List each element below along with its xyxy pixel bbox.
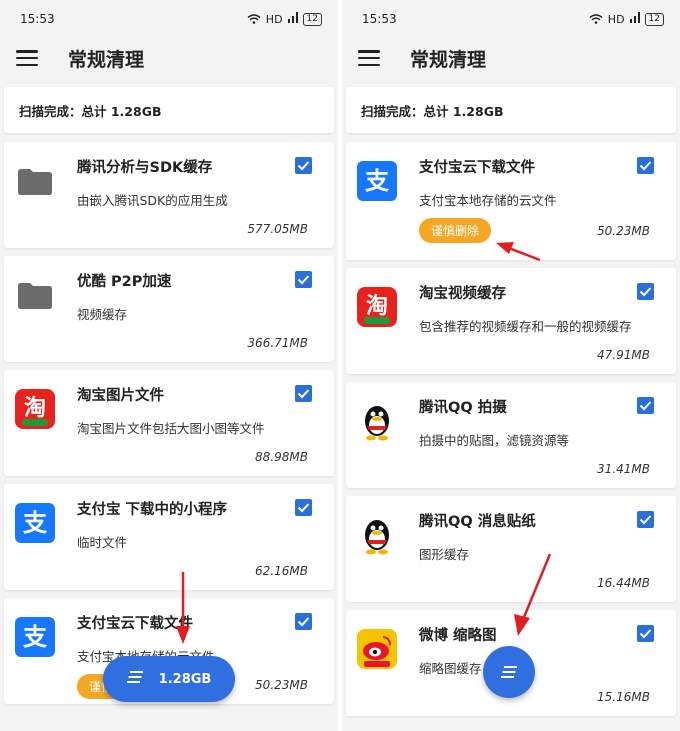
- menu-icon[interactable]: [358, 50, 380, 66]
- item-checkbox[interactable]: [295, 385, 312, 402]
- item-title: 微博 缩略图: [419, 628, 497, 644]
- network-label: HD: [265, 12, 283, 26]
- clean-list-icon: [126, 671, 143, 687]
- battery-icon: 12: [302, 12, 322, 26]
- alipay-icon: 支: [14, 502, 56, 544]
- app-bar: 常规清理: [0, 38, 338, 78]
- folder-icon: [14, 274, 56, 316]
- status-bar: 15:53 HD 12: [0, 0, 338, 38]
- item-description: 图形缓存: [419, 547, 470, 562]
- list-item[interactable]: 优酷 P2P加速 视频缓存 366.71MB: [4, 256, 334, 362]
- item-description: 拍摄中的贴图，滤镜资源等: [419, 433, 570, 448]
- folder-icon: [14, 160, 56, 202]
- item-description: 视频缓存: [77, 307, 128, 322]
- list-item[interactable]: 腾讯QQ 拍摄 拍摄中的贴图，滤镜资源等 31.41MB: [346, 382, 676, 488]
- svg-text:淘: 淘: [24, 395, 46, 421]
- svg-text:支: 支: [365, 167, 390, 195]
- list-item[interactable]: 腾讯分析与SDK缓存 由嵌入腾讯SDK的应用生成 577.05MB: [4, 142, 334, 248]
- alipay-icon: 支: [356, 160, 398, 202]
- battery-icon: 12: [644, 12, 664, 26]
- item-checkbox[interactable]: [637, 511, 654, 528]
- alipay-icon: 支: [14, 616, 56, 658]
- status-time: 15:53: [362, 12, 397, 26]
- clean-total-label: 1.28GB: [158, 671, 212, 687]
- item-title: 淘宝视频缓存: [419, 286, 506, 302]
- signal-icon: [287, 12, 298, 26]
- left-screen: 15:53 HD 12 常规清理 扫描完成：总计 1.28GB 腾讯分析与SDK…: [0, 0, 338, 731]
- item-checkbox[interactable]: [295, 499, 312, 516]
- list-item[interactable]: 淘 淘宝视频缓存 包含推荐的视频缓存和一般的视频缓存 47.91MB: [346, 268, 676, 374]
- item-checkbox[interactable]: [637, 625, 654, 642]
- item-title: 支付宝云下载文件: [77, 616, 193, 632]
- item-checkbox[interactable]: [295, 613, 312, 630]
- item-description: 包含推荐的视频缓存和一般的视频缓存: [419, 319, 632, 334]
- list-item[interactable]: 淘 淘宝图片文件 淘宝图片文件包括大图小图等文件 88.98MB: [4, 370, 334, 476]
- item-description: 由嵌入腾讯SDK的应用生成: [77, 193, 228, 208]
- scan-summary: 扫描完成：总计 1.28GB: [4, 87, 334, 133]
- item-size: 577.05MB: [247, 222, 308, 236]
- svg-text:支: 支: [23, 623, 48, 651]
- page-title: 常规清理: [410, 48, 487, 71]
- item-size: 47.91MB: [597, 348, 650, 362]
- item-size: 50.23MB: [255, 678, 308, 692]
- item-description: 临时文件: [77, 535, 128, 550]
- clean-list-icon: [501, 663, 517, 682]
- item-title: 优酷 P2P加速: [77, 274, 172, 290]
- status-bar: 15:53 HD 12: [342, 0, 680, 38]
- svg-text:淘: 淘: [366, 293, 388, 319]
- weibo-icon: [356, 628, 398, 670]
- wifi-icon: [589, 14, 603, 24]
- item-size: 50.23MB: [597, 224, 650, 238]
- wifi-icon: [247, 14, 261, 24]
- qq-icon: [356, 514, 398, 556]
- list-item[interactable]: 支 支付宝 下载中的小程序 临时文件 62.16MB: [4, 484, 334, 590]
- network-label: HD: [607, 12, 625, 26]
- item-checkbox[interactable]: [295, 157, 312, 174]
- item-size: 62.16MB: [255, 564, 308, 578]
- item-description: 淘宝图片文件包括大图小图等文件: [77, 421, 265, 436]
- item-checkbox[interactable]: [637, 283, 654, 300]
- item-size: 31.41MB: [597, 462, 650, 476]
- item-checkbox[interactable]: [295, 271, 312, 288]
- right-screen: 15:53 HD 12 常规清理 扫描完成：总计 1.28GB 支 支付宝云下载…: [342, 0, 680, 731]
- item-title: 支付宝 下载中的小程序: [77, 502, 228, 518]
- item-size: 15.16MB: [597, 690, 650, 704]
- item-checkbox[interactable]: [637, 157, 654, 174]
- caution-delete-button[interactable]: 谨慎删除: [419, 218, 492, 243]
- clean-button[interactable]: 1.28GB: [103, 656, 235, 702]
- item-size: 366.71MB: [247, 336, 308, 350]
- item-size: 16.44MB: [597, 576, 650, 590]
- item-title: 腾讯QQ 拍摄: [419, 400, 507, 416]
- taobao-icon: 淘: [14, 388, 56, 430]
- item-size: 88.98MB: [255, 450, 308, 464]
- item-title: 腾讯分析与SDK缓存: [77, 160, 213, 176]
- taobao-icon: 淘: [356, 286, 398, 328]
- signal-icon: [629, 12, 640, 26]
- menu-icon[interactable]: [16, 50, 38, 66]
- status-time: 15:53: [20, 12, 55, 26]
- item-description: 缩略图缓存: [419, 661, 482, 676]
- list-item[interactable]: 腾讯QQ 消息贴纸 图形缓存 16.44MB: [346, 496, 676, 602]
- app-bar: 常规清理: [342, 38, 680, 78]
- item-title: 腾讯QQ 消息贴纸: [419, 514, 536, 530]
- svg-text:支: 支: [23, 509, 48, 537]
- item-title: 淘宝图片文件: [77, 388, 164, 404]
- item-description: 支付宝本地存储的云文件: [419, 193, 557, 208]
- clean-button[interactable]: [483, 646, 535, 698]
- list-item[interactable]: 支 支付宝云下载文件 支付宝本地存储的云文件 谨慎删除 50.23MB: [346, 142, 676, 260]
- qq-icon: [356, 400, 398, 442]
- item-checkbox[interactable]: [637, 397, 654, 414]
- item-title: 支付宝云下载文件: [419, 160, 535, 176]
- scan-summary: 扫描完成：总计 1.28GB: [346, 87, 676, 133]
- page-title: 常规清理: [68, 48, 145, 71]
